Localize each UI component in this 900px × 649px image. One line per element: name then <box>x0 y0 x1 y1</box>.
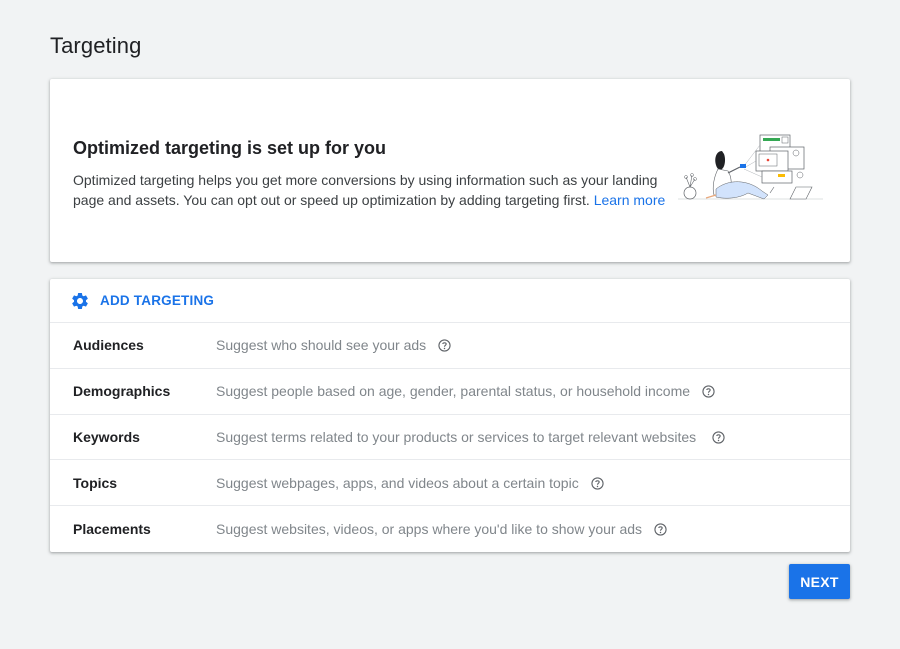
row-label: Placements <box>73 521 151 538</box>
add-targeting-label: ADD TARGETING <box>100 293 215 308</box>
help-icon[interactable] <box>590 477 604 490</box>
row-label: Demographics <box>73 383 171 400</box>
row-description: Suggest people based on age, gender, par… <box>216 383 715 399</box>
row-description: Suggest websites, videos, or apps where … <box>216 521 667 537</box>
targeting-row-topics[interactable]: Topics Suggest webpages, apps, and video… <box>50 460 850 507</box>
row-description-text: Suggest webpages, apps, and videos about… <box>216 474 579 491</box>
optimized-targeting-description: Optimized targeting helps you get more c… <box>73 170 673 210</box>
help-icon[interactable] <box>654 523 667 536</box>
help-icon[interactable] <box>438 339 451 353</box>
person-with-ad-screens-illustration <box>678 134 823 200</box>
optimized-targeting-card: Optimized targeting is set up for you Op… <box>50 79 850 262</box>
targeting-row-placements[interactable]: Placements Suggest websites, videos, or … <box>50 506 850 552</box>
row-description: Suggest who should see your ads <box>216 337 451 353</box>
row-description-text: Suggest terms related to your products o… <box>216 428 697 445</box>
targeting-row-keywords[interactable]: Keywords Suggest terms related to your p… <box>50 415 850 461</box>
next-button[interactable]: NEXT <box>789 564 850 599</box>
targeting-row-demographics[interactable]: Demographics Suggest people based on age… <box>50 369 850 415</box>
row-description-text: Suggest websites, videos, or apps where … <box>216 521 643 538</box>
row-label: Keywords <box>73 428 140 445</box>
optimized-targeting-title: Optimized targeting is set up for you <box>73 138 387 158</box>
targeting-row-audiences[interactable]: Audiences Suggest who should see your ad… <box>50 323 850 369</box>
targeting-options-card: ADD TARGETING Audiences Suggest who shou… <box>50 279 850 552</box>
targeting-page: Targeting Optimized targeting is set up … <box>0 0 900 649</box>
row-label: Audiences <box>73 337 144 354</box>
add-targeting-button[interactable]: ADD TARGETING <box>50 279 850 323</box>
description-text: Optimized targeting helps you get more c… <box>73 172 658 208</box>
gear-icon <box>72 292 88 309</box>
row-label: Topics <box>73 474 118 491</box>
row-description: Suggest webpages, apps, and videos about… <box>216 475 604 491</box>
row-description-text: Suggest who should see your ads <box>216 337 427 354</box>
help-icon[interactable] <box>702 385 715 398</box>
help-icon[interactable] <box>712 431 725 444</box>
row-description: Suggest terms related to your products o… <box>216 429 725 445</box>
page-title: Targeting <box>50 33 142 58</box>
row-description-text: Suggest people based on age, gender, par… <box>216 383 691 400</box>
learn-more-link[interactable]: Learn more <box>594 192 666 208</box>
